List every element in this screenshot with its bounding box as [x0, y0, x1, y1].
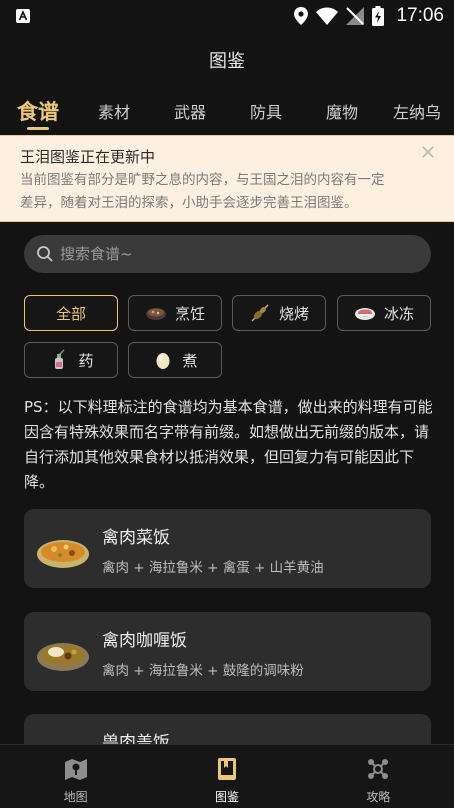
curry-rice-icon [37, 643, 89, 671]
tab-recipes[interactable]: 食谱 [0, 88, 76, 134]
ice-icon [354, 308, 375, 320]
notice-body: 当前图鉴有部分是旷野之息的内容，与王国之泪的内容有一定 差异，随着对王泪的探索，… [20, 172, 385, 211]
search-input[interactable] [60, 245, 390, 263]
bottom-nav: 地图 图鉴 攻略 [0, 744, 454, 808]
tab-armor[interactable]: 防具 [228, 88, 304, 134]
filter-medicine[interactable]: 药 [24, 342, 118, 378]
battery-icon [372, 6, 385, 26]
fried-rice-icon [37, 540, 89, 568]
tab-zonai[interactable]: 左纳乌 [380, 88, 454, 134]
category-tabs: 食谱 素材 武器 防具 魔物 左纳乌 [0, 88, 454, 134]
nav-encyclopedia[interactable]: 图鉴 [151, 745, 302, 808]
filter-boiled[interactable]: 煮 [128, 342, 222, 378]
filter-all[interactable]: 全部 [24, 295, 118, 331]
recipe-card[interactable]: 禽肉咖喱饭 禽肉 + 海拉鲁米 + 鼓隆的调味粉 [24, 612, 431, 691]
medicine-icon [55, 349, 66, 369]
no-signal-icon [346, 7, 365, 25]
nav-guides[interactable]: 攻略 [303, 745, 454, 808]
status-time: 17:06 [396, 5, 444, 26]
recipe-name: 禽肉菜饭 [102, 528, 170, 548]
filter-frozen[interactable]: 冰冻 [337, 295, 431, 331]
title-bar: 图鉴 [0, 32, 454, 88]
notice-title: 王泪图鉴正在更新中 [20, 148, 156, 166]
filter-cooking[interactable]: 烹饪 [128, 295, 222, 331]
map-icon [64, 759, 87, 780]
app-notification-icon [16, 9, 30, 23]
page-title: 图鉴 [209, 51, 245, 72]
tab-weapons[interactable]: 武器 [152, 88, 228, 134]
book-icon [217, 758, 236, 780]
recipe-ingredients: 禽肉 + 海拉鲁米 + 禽蛋 + 山羊黄油 [102, 560, 324, 576]
tab-materials[interactable]: 素材 [76, 88, 152, 134]
status-bar: 17:06 [0, 0, 454, 32]
recipe-ingredients: 禽肉 + 海拉鲁米 + 鼓隆的调味粉 [102, 663, 304, 679]
network-icon [368, 759, 389, 779]
recipe-card[interactable]: 禽肉菜饭 禽肉 + 海拉鲁米 + 禽蛋 + 山羊黄油 [24, 509, 431, 588]
ps-note: PS：以下料理标注的食谱均为基本食谱，做出来的料理有可能因含有特殊效果而名字带有… [24, 398, 433, 491]
close-icon[interactable] [420, 144, 436, 160]
location-icon [294, 7, 309, 25]
filter-grill[interactable]: 烧烤 [232, 295, 326, 331]
tab-monsters[interactable]: 魔物 [304, 88, 380, 134]
egg-icon [156, 353, 170, 369]
search-icon [37, 246, 53, 262]
skewer-icon [251, 304, 269, 322]
wifi-icon [316, 7, 339, 25]
search-bar[interactable] [24, 235, 431, 273]
recipe-name: 禽肉咖喱饭 [102, 631, 187, 651]
cooking-pot-icon [145, 308, 166, 320]
nav-map[interactable]: 地图 [0, 745, 151, 808]
update-notice: 王泪图鉴正在更新中 当前图鉴有部分是旷野之息的内容，与王国之泪的内容有一定 差异… [0, 135, 454, 222]
